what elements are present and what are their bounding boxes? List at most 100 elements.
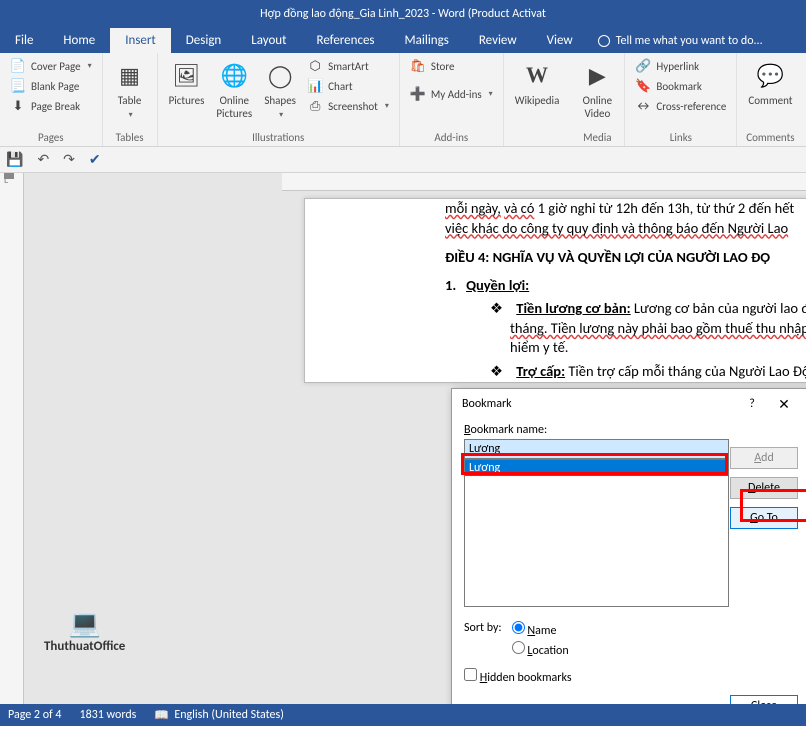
tab-view[interactable]: View <box>532 28 588 53</box>
screenshot-button[interactable]: ⎙Screenshot <box>303 96 393 116</box>
tab-mailings[interactable]: Mailings <box>390 28 464 53</box>
hidden-bookmarks-checkbox[interactable]: Hidden bookmarks <box>464 668 798 685</box>
comment-icon: 💬 <box>754 59 786 91</box>
bookmark-name-input[interactable] <box>464 439 729 459</box>
my-addins-button[interactable]: ➕My Add-ins <box>406 84 497 104</box>
cover-page-button[interactable]: 📄Cover Page <box>6 56 96 76</box>
cover-page-icon: 📄 <box>10 58 26 74</box>
group-pages: 📄Cover Page 📃Blank Page ⬇Page Break Page… <box>0 53 103 146</box>
watermark-text: ThuthuatOffice <box>44 639 125 654</box>
wikipedia-button[interactable]: WWikipedia <box>510 56 565 110</box>
group-media: ▶Online Video Media <box>570 53 625 146</box>
group-media-label: Media <box>576 131 618 146</box>
doc-heading-4: ĐIỀU 4: NGHĨA VỤ VÀ QUYỀN LỢI CỦA NGƯỜI … <box>445 248 806 268</box>
group-pages-label: Pages <box>6 131 96 146</box>
store-icon: 🛍 <box>410 58 426 74</box>
bookmark-list[interactable]: Lương <box>464 459 729 607</box>
table-button[interactable]: ▦ Table <box>109 56 151 123</box>
status-bar: Page 2 of 4 1831 words 📖 English (United… <box>0 704 806 726</box>
status-language[interactable]: 📖 English (United States) <box>154 708 283 723</box>
smartart-icon: ⬡ <box>307 58 323 74</box>
table-icon: ▦ <box>114 59 146 91</box>
group-tables: ▦ Table Tables <box>103 53 158 146</box>
group-tables-label: Tables <box>109 131 151 146</box>
tab-design[interactable]: Design <box>171 28 236 53</box>
goto-button[interactable]: Go To <box>730 507 798 529</box>
comment-button[interactable]: 💬Comment <box>743 56 797 110</box>
pictures-icon: 🖼 <box>170 59 202 91</box>
close-button[interactable]: Close <box>730 695 798 704</box>
horizontal-ruler[interactable] <box>282 173 806 191</box>
hyperlink-icon: 🔗 <box>635 58 651 74</box>
status-words[interactable]: 1831 words <box>80 708 137 722</box>
page-break-icon: ⬇ <box>10 98 26 114</box>
group-illustrations: 🖼Pictures 🌐Online Pictures ◯Shapes ⬡Smar… <box>158 53 400 146</box>
document-page[interactable]: mỗi ngày, và có 1 giờ nghỉ từ 12h đến 13… <box>304 198 806 383</box>
chart-icon: 📊 <box>307 78 323 94</box>
shapes-icon: ◯ <box>264 59 296 91</box>
wikipedia-icon: W <box>521 59 553 91</box>
tab-insert[interactable]: Insert <box>110 28 171 53</box>
tab-home[interactable]: Home <box>48 28 110 53</box>
bookmark-button[interactable]: 🔖Bookmark <box>631 76 730 96</box>
delete-button[interactable]: Delete <box>730 477 798 499</box>
cross-reference-button[interactable]: ↔Cross-reference <box>631 96 730 116</box>
bookmark-name-label: Bookmark name: <box>464 423 798 437</box>
sort-name-radio[interactable]: Name <box>512 621 569 638</box>
bulb-icon <box>598 35 610 47</box>
my-addins-icon: ➕ <box>410 86 426 102</box>
quick-access-toolbar: 💾 ↶ ↷ ✔ <box>0 147 806 173</box>
blank-page-button[interactable]: 📃Blank Page <box>6 76 96 96</box>
online-pictures-icon: 🌐 <box>218 59 250 91</box>
add-button: Add <box>730 447 798 469</box>
tab-review[interactable]: Review <box>464 28 532 53</box>
screenshot-icon: ⎙ <box>307 98 323 114</box>
dialog-titlebar[interactable]: Bookmark ? ✕ <box>452 389 806 419</box>
hyperlink-button[interactable]: 🔗Hyperlink <box>631 56 730 76</box>
doc-bullet-1-line2: tháng. Tiền lương này phải bao gồm thuế … <box>445 319 806 339</box>
window-title: Hợp đồng lao động_Gia Linh_2023 - Word (… <box>260 7 546 21</box>
tab-layout[interactable]: Layout <box>236 28 301 53</box>
tell-me-label: Tell me what you want to do... <box>616 34 763 48</box>
dialog-close-x[interactable]: ✕ <box>768 396 800 413</box>
online-video-button[interactable]: ▶Online Video <box>576 56 618 123</box>
bookmark-icon: 🔖 <box>635 78 651 94</box>
dialog-help-button[interactable]: ? <box>736 397 768 411</box>
shapes-button[interactable]: ◯Shapes <box>259 56 301 123</box>
group-illustrations-label: Illustrations <box>164 131 393 146</box>
spellcheck-icon[interactable]: ✔ <box>89 151 101 168</box>
doc-bullet-2: Trợ cấp: Tiền trợ cấp mỗi tháng của Ngườ… <box>445 362 806 382</box>
chart-button[interactable]: 📊Chart <box>303 76 393 96</box>
tab-file[interactable]: File <box>0 28 48 53</box>
save-icon[interactable]: 💾 <box>6 151 23 168</box>
undo-icon[interactable]: ↶ <box>37 151 49 168</box>
cross-reference-icon: ↔ <box>635 98 651 114</box>
tab-references[interactable]: References <box>302 28 390 53</box>
page-break-button[interactable]: ⬇Page Break <box>6 96 96 116</box>
doc-line-2: việc khác do công ty quy định và thông b… <box>445 219 806 239</box>
group-comments: 💬Comment Comments <box>737 53 803 146</box>
blank-page-icon: 📃 <box>10 78 26 94</box>
doc-bullet-1-line3: hiểm y tế. <box>445 338 806 358</box>
online-pictures-button[interactable]: 🌐Online Pictures <box>211 56 257 123</box>
document-scroll[interactable]: mỗi ngày, và có 1 giờ nghỉ từ 12h đến 13… <box>24 173 806 704</box>
store-button[interactable]: 🛍Store <box>406 56 497 76</box>
smartart-button[interactable]: ⬡SmartArt <box>303 56 393 76</box>
redo-icon[interactable]: ↷ <box>63 151 75 168</box>
tell-me-search[interactable]: Tell me what you want to do... <box>588 28 773 53</box>
watermark: 💻 ThuthuatOffice <box>44 607 125 654</box>
bookmark-list-item[interactable]: Lương <box>465 460 728 476</box>
group-addins-label: Add-ins <box>406 131 497 146</box>
watermark-icon: 💻 <box>44 607 125 639</box>
pictures-button[interactable]: 🖼Pictures <box>164 56 210 110</box>
doc-list-item-1: 1. Quyền lợi: <box>445 276 806 296</box>
group-links-label: Links <box>631 131 730 146</box>
menu-bar: File Home Insert Design Layout Reference… <box>0 28 806 53</box>
status-page[interactable]: Page 2 of 4 <box>8 708 62 722</box>
sort-location-radio[interactable]: Location <box>512 641 569 658</box>
vertical-ruler[interactable]: L <box>0 173 24 704</box>
doc-bullet-1: Tiền lương cơ bản: Lương cơ bản của ngườ… <box>445 299 806 319</box>
doc-line-1: mỗi ngày, và có 1 giờ nghỉ từ 12h đến 13… <box>445 199 806 219</box>
ribbon: 📄Cover Page 📃Blank Page ⬇Page Break Page… <box>0 53 806 147</box>
group-wikipedia: WWikipedia <box>504 53 571 146</box>
